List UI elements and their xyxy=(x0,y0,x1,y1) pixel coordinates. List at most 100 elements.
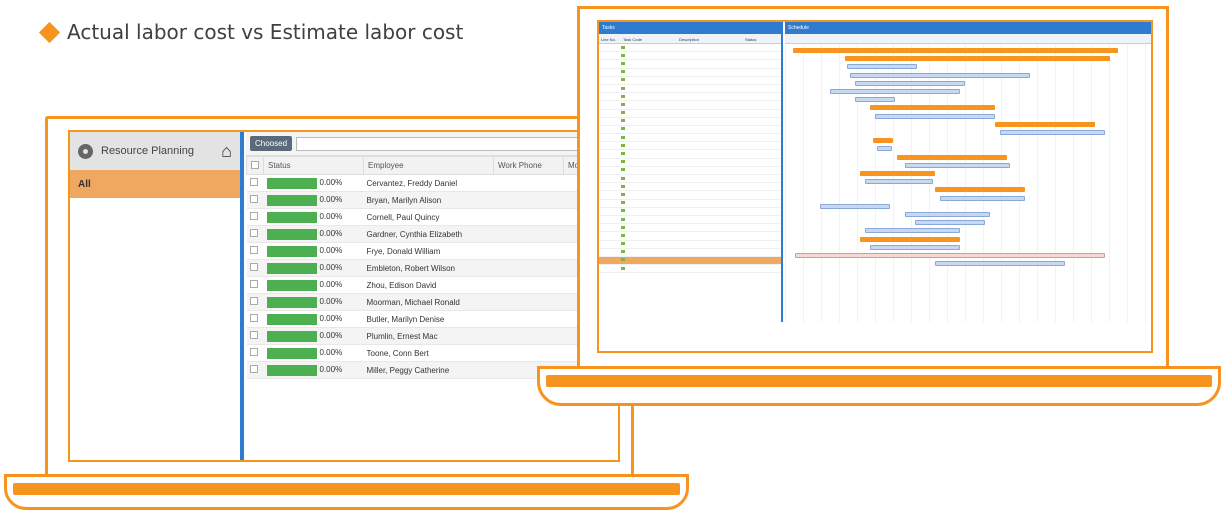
checkbox[interactable] xyxy=(249,195,258,203)
gantt-bar[interactable] xyxy=(795,253,1105,258)
gantt-bar[interactable] xyxy=(820,203,890,209)
checkbox[interactable] xyxy=(249,263,258,271)
gantt-bar[interactable] xyxy=(870,105,995,111)
column-status[interactable]: Status xyxy=(743,34,781,43)
table-row[interactable]: 0.00% Frye, Donald William xyxy=(246,242,618,260)
gantt-bar[interactable] xyxy=(793,48,1118,53)
row-checkbox-cell[interactable] xyxy=(246,174,264,192)
task-row[interactable] xyxy=(599,200,781,208)
task-row[interactable] xyxy=(599,110,781,118)
column-task-code[interactable]: Task Code xyxy=(621,34,677,43)
row-checkbox-cell[interactable] xyxy=(246,191,264,209)
task-row[interactable] xyxy=(599,126,781,135)
checkbox[interactable] xyxy=(249,365,258,373)
gantt-bar[interactable] xyxy=(940,195,1025,201)
row-checkbox-cell[interactable] xyxy=(246,361,264,379)
filter-all-item[interactable]: All xyxy=(70,170,240,198)
checkbox[interactable] xyxy=(249,280,258,288)
task-row[interactable] xyxy=(599,191,781,200)
table-row[interactable]: 0.00% Cervantez, Freddy Daniel xyxy=(246,174,618,192)
gantt-bar[interactable] xyxy=(855,97,895,103)
table-row[interactable]: 0.00% Moorman, Michael Ronald xyxy=(246,293,618,311)
gantt-bar[interactable] xyxy=(875,113,995,119)
gantt-bar[interactable] xyxy=(1000,130,1105,135)
checkbox[interactable] xyxy=(249,314,258,322)
row-checkbox-cell[interactable] xyxy=(246,242,264,260)
gear-icon[interactable] xyxy=(78,143,93,159)
checkbox[interactable] xyxy=(249,246,258,254)
row-checkbox-cell[interactable] xyxy=(246,259,264,277)
table-row[interactable]: 0.00% Plumlin, Ernest Mac xyxy=(246,327,618,345)
select-all-checkbox-header[interactable] xyxy=(246,156,264,175)
task-row[interactable] xyxy=(599,93,781,102)
gantt-bar[interactable] xyxy=(845,56,1110,62)
task-row[interactable] xyxy=(599,167,781,175)
column-status[interactable]: Status xyxy=(263,156,364,175)
gantt-bar[interactable] xyxy=(865,228,960,234)
choosed-button[interactable]: Choosed xyxy=(250,136,293,151)
task-row[interactable] xyxy=(599,224,781,233)
checkbox[interactable] xyxy=(249,297,258,305)
task-row[interactable] xyxy=(599,85,781,94)
gantt-bar[interactable] xyxy=(830,89,960,94)
table-row[interactable]: 0.00% Embleton, Robert Wilson xyxy=(246,259,618,277)
gantt-bar[interactable] xyxy=(873,138,893,144)
row-checkbox-cell[interactable] xyxy=(246,293,264,311)
task-row[interactable] xyxy=(599,44,781,53)
gantt-bar[interactable] xyxy=(915,220,985,226)
checkbox[interactable] xyxy=(249,331,258,339)
task-row[interactable] xyxy=(599,150,781,159)
row-checkbox-cell[interactable] xyxy=(246,310,264,328)
table-row[interactable]: 0.00% Bryan, Marilyn Alison xyxy=(246,191,618,209)
gantt-bar[interactable] xyxy=(995,121,1095,127)
gantt-bar[interactable] xyxy=(935,261,1065,267)
column-line-no[interactable]: Line No. xyxy=(599,34,621,43)
column-employee[interactable]: Employee xyxy=(363,156,494,175)
row-checkbox-cell[interactable] xyxy=(246,208,264,226)
gantt-bar[interactable] xyxy=(897,154,1007,160)
task-row[interactable] xyxy=(599,101,781,110)
checkbox[interactable] xyxy=(249,212,258,220)
task-row[interactable] xyxy=(599,142,781,151)
checkbox[interactable] xyxy=(251,160,259,169)
checkbox[interactable] xyxy=(249,178,258,186)
gantt-bar[interactable] xyxy=(855,80,965,86)
task-row[interactable] xyxy=(599,208,781,216)
row-checkbox-cell[interactable] xyxy=(246,225,264,243)
column-work-phone[interactable]: Work Phone xyxy=(493,156,564,175)
gantt-bar[interactable] xyxy=(865,179,933,185)
table-row[interactable]: 0.00% Toone, Conn Bert xyxy=(246,344,618,362)
gantt-bar[interactable] xyxy=(860,171,935,176)
checkbox[interactable] xyxy=(249,229,258,237)
task-row[interactable] xyxy=(599,183,781,192)
task-row[interactable] xyxy=(599,118,781,126)
table-row[interactable]: 0.00% Zhou, Edison David xyxy=(246,276,618,294)
gantt-bar[interactable] xyxy=(935,187,1025,193)
home-icon[interactable]: ⌂ xyxy=(221,142,232,160)
task-row[interactable] xyxy=(599,241,781,249)
panel-splitter[interactable] xyxy=(240,132,244,460)
task-row[interactable] xyxy=(599,249,781,257)
table-row[interactable]: 0.00% Cornell, Paul Quincy xyxy=(246,208,618,226)
task-row[interactable] xyxy=(599,175,781,184)
task-row[interactable] xyxy=(599,216,781,225)
task-row[interactable] xyxy=(599,60,781,69)
task-row[interactable] xyxy=(599,52,781,61)
task-row[interactable] xyxy=(599,232,781,241)
table-row[interactable]: 0.00% Gardner, Cynthia Elizabeth xyxy=(246,225,618,243)
table-row[interactable]: 0.00% Butler, Marilyn Denise xyxy=(246,310,618,328)
gantt-bar[interactable] xyxy=(870,244,960,250)
gantt-bar[interactable] xyxy=(850,72,1030,78)
search-input[interactable] xyxy=(296,136,614,151)
gantt-bar[interactable] xyxy=(905,162,1010,168)
task-row[interactable] xyxy=(599,256,781,266)
task-row[interactable] xyxy=(599,69,781,77)
gantt-bar[interactable] xyxy=(847,64,917,70)
task-row[interactable] xyxy=(599,77,781,85)
row-checkbox-cell[interactable] xyxy=(246,276,264,294)
row-checkbox-cell[interactable] xyxy=(246,327,264,345)
checkbox[interactable] xyxy=(249,348,258,356)
gantt-bar[interactable] xyxy=(860,236,960,242)
row-checkbox-cell[interactable] xyxy=(246,344,264,362)
column-description[interactable]: Description xyxy=(677,34,743,43)
